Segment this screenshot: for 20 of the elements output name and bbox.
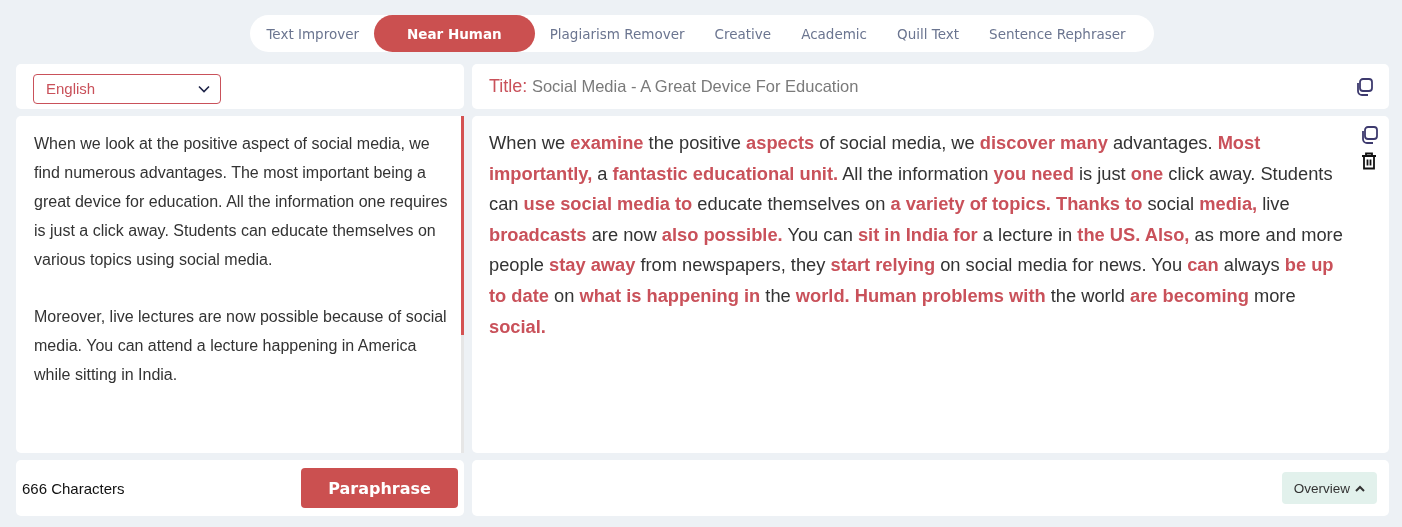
mode-tab[interactable]: Creative [699, 15, 787, 52]
mode-tab[interactable]: Text Improver [250, 15, 375, 52]
copy-icon[interactable] [1354, 76, 1374, 97]
chevron-up-icon [1355, 484, 1365, 492]
overview-button[interactable]: Overview [1281, 472, 1377, 504]
scrollbar-thumb[interactable] [461, 116, 464, 336]
mode-tab[interactable]: Near Human [374, 15, 535, 52]
mode-tab[interactable]: Sentence Rephraser [974, 15, 1141, 52]
language-select[interactable]: English [33, 73, 221, 104]
character-count: 666 Characters [22, 479, 125, 497]
input-paragraph: Moreover, live lectures are now possible because of social media. You can attend a lecture happening in America while sitting in India. [34, 307, 448, 385]
mode-tab[interactable]: Academic [786, 15, 883, 52]
trash-icon[interactable] [1359, 151, 1379, 171]
copy-icon[interactable] [1359, 125, 1379, 145]
chevron-down-icon [198, 84, 210, 93]
title-text: Title: Social Media - A Great Device For Education [489, 76, 859, 97]
mode-tab[interactable]: Plagiarism Remover [534, 15, 700, 52]
paraphrase-button[interactable]: Paraphrase [301, 468, 458, 508]
mode-tab[interactable]: Quill Text [882, 15, 975, 52]
input-paragraph: When we look at the positive aspect of social media, we find numerous advantages. The most important being a great device for education. All the information one requires is just a click away. Students can educate themselves on various topics using social media. [34, 134, 449, 270]
